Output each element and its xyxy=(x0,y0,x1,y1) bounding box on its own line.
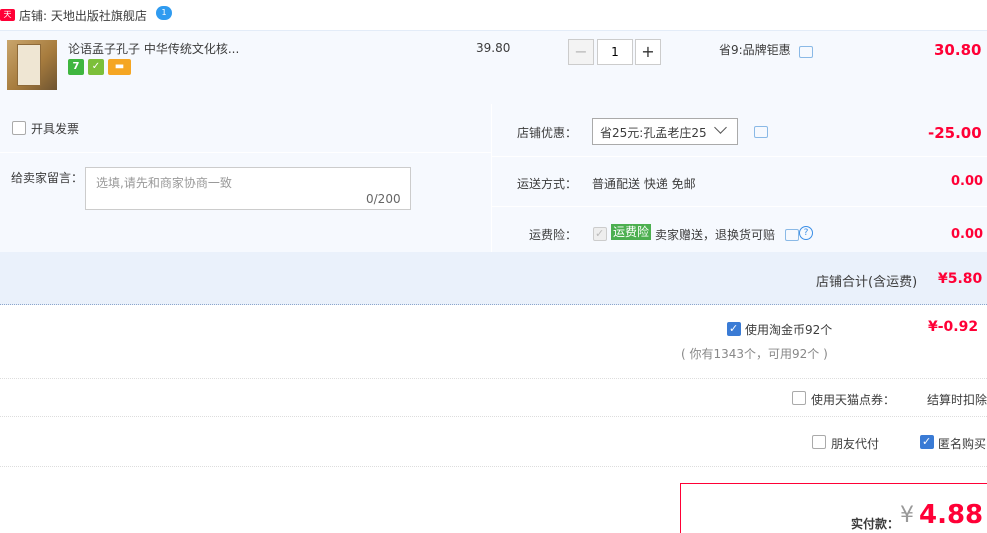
divider xyxy=(0,378,987,380)
shop-header xyxy=(0,0,987,30)
coins-checkbox[interactable] xyxy=(727,322,741,336)
item-subtotal: 30.80 xyxy=(934,41,982,59)
shop-name-link[interactable]: 店铺: 天地出版社旗舰店 xyxy=(19,7,147,24)
divider xyxy=(492,206,987,207)
anonymous-checkbox[interactable] xyxy=(920,435,934,449)
product-title-link[interactable]: 论语孟子孔子 中华传统文化核... xyxy=(68,40,239,57)
payment-amount: 4.88 xyxy=(919,500,984,530)
coupon-checkbox[interactable] xyxy=(792,391,806,405)
payment-currency: ¥ xyxy=(900,503,914,528)
message-char-count: 0/200 xyxy=(366,192,401,206)
coins-amount: ¥-0.92 xyxy=(928,319,979,335)
shipping-amount: 0.00 xyxy=(951,174,984,189)
quantity-input[interactable] xyxy=(597,39,633,65)
insurance-chat-icon[interactable] xyxy=(785,229,799,241)
coupon-value: 结算时扣除 xyxy=(927,393,987,407)
quantity-increase-button[interactable]: + xyxy=(635,39,661,65)
divider xyxy=(0,466,987,468)
credit-card-icon[interactable]: ▬ xyxy=(108,59,131,75)
shop-discount-label: 店铺优惠： xyxy=(517,126,578,140)
invoice-label: 开具发票 xyxy=(31,122,80,136)
shop-total-amount: ¥5.80 xyxy=(938,271,983,287)
shop-discount-amount: -25.00 xyxy=(928,124,982,142)
divider xyxy=(0,416,987,418)
message-label: 给卖家留言： xyxy=(11,171,84,185)
coins-hint: ( 你有1343个，可用92个 ) xyxy=(681,347,828,361)
promo-text: 省9:品牌钜惠 xyxy=(719,43,791,57)
payment-label: 实付款： xyxy=(851,517,900,531)
seven-day-return-icon[interactable]: 7 xyxy=(68,59,84,75)
promo-info-icon[interactable] xyxy=(799,46,813,58)
coupon-label: 使用天猫点券： xyxy=(811,393,896,407)
anonymous-label: 匿名购买 xyxy=(938,437,987,451)
insurance-checkbox xyxy=(593,227,607,241)
insurance-text: 卖家赠送，退换货可赔 xyxy=(655,228,776,242)
divider xyxy=(492,156,987,157)
coins-label: 使用淘金币92个 xyxy=(745,323,833,337)
shop-discount-selected: 省25元:孔孟老庄25 xyxy=(600,126,707,140)
insurance-amount: 0.00 xyxy=(951,227,984,242)
shop-total-label: 店铺合计(含运费) xyxy=(816,275,918,290)
help-icon[interactable]: ? xyxy=(799,226,813,240)
shipping-method: 普通配送 快递 免邮 xyxy=(592,177,696,191)
message-placeholder: 选填,请先和商家协商一致 xyxy=(96,176,232,190)
divider xyxy=(491,104,492,252)
insurance-badge: 运费险 xyxy=(611,224,652,240)
insurance-label: 运费险： xyxy=(529,228,578,242)
chat-icon[interactable]: 1 xyxy=(156,6,172,20)
discount-info-icon[interactable] xyxy=(754,126,768,138)
divider xyxy=(0,152,491,153)
tmall-guarantee-icon[interactable]: ✓ xyxy=(88,59,104,75)
friend-pay-checkbox[interactable] xyxy=(812,435,826,449)
quantity-decrease-button[interactable]: − xyxy=(568,39,594,65)
invoice-checkbox[interactable] xyxy=(12,121,26,135)
friend-pay-label: 朋友代付 xyxy=(831,437,880,451)
unit-price: 39.80 xyxy=(476,41,511,55)
book-cover-image xyxy=(17,44,41,86)
tmall-logo-icon: 天猫 xyxy=(0,9,15,31)
shipping-label: 运送方式： xyxy=(517,177,578,191)
